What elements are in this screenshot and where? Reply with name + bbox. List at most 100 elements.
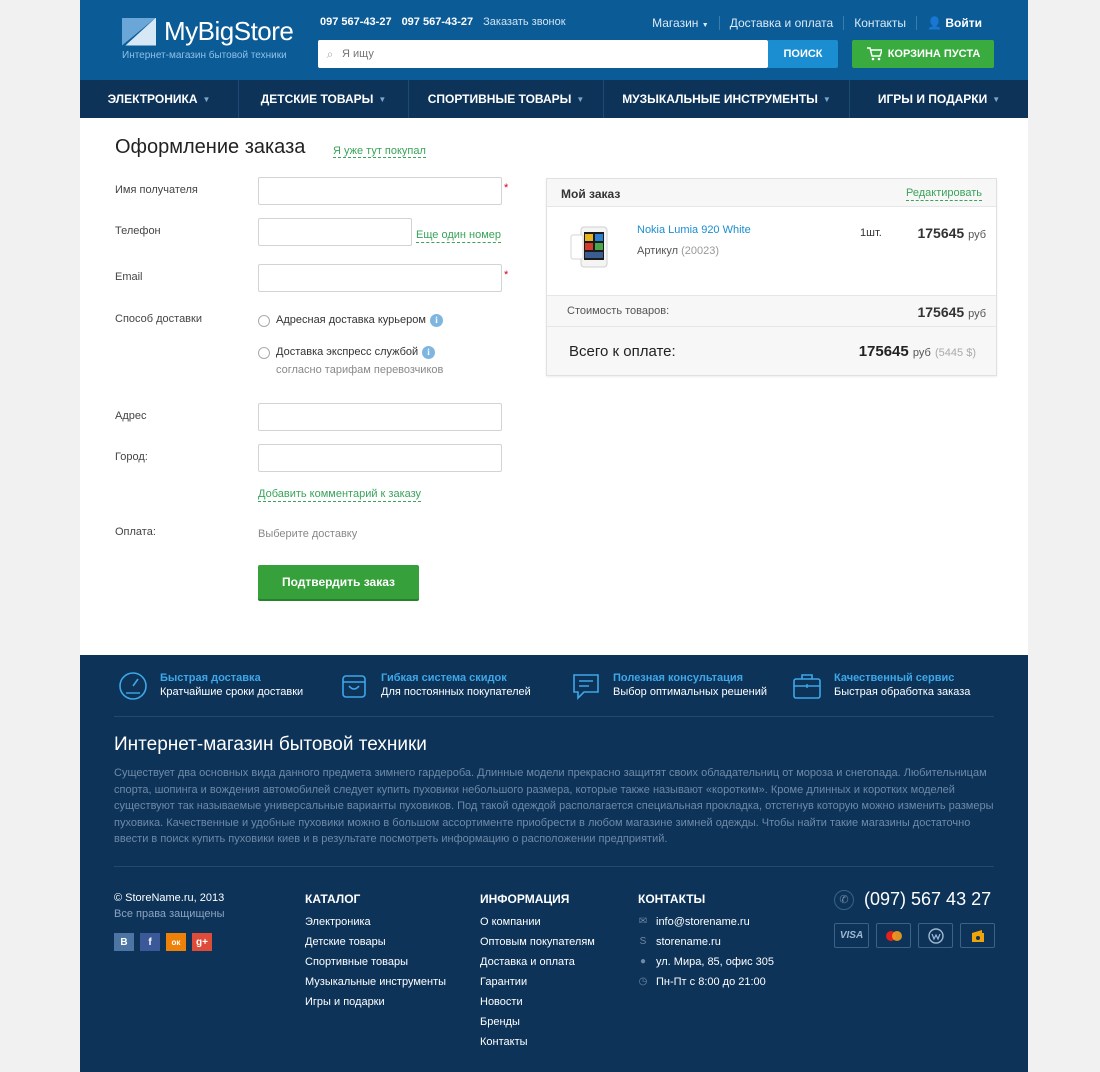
- footer-phone-number: (097) 567 43 27: [864, 889, 992, 909]
- info-link[interactable]: О компании: [480, 915, 595, 929]
- product-name-link[interactable]: Nokia Lumia 920 White: [637, 224, 751, 236]
- search-box: ⌕: [318, 40, 768, 68]
- feature-consulting: Полезная консультация Выбор оптимальных р…: [571, 671, 767, 701]
- rights-text: Все права защищены: [114, 908, 225, 920]
- email-text: info@storename.ru: [656, 916, 750, 928]
- required-mark: *: [504, 182, 509, 194]
- catalog-link[interactable]: Электроника: [305, 915, 446, 929]
- catalog-column: КАТАЛОГ Электроника Детские товары Спорт…: [305, 892, 446, 1015]
- info-link[interactable]: Контакты: [480, 1035, 595, 1049]
- chevron-down-icon: ▼: [202, 94, 211, 104]
- subtotal-row: Стоимость товаров: 175645 руб: [547, 295, 996, 327]
- add-comment-link[interactable]: Добавить комментарий к заказу: [258, 488, 422, 502]
- category-label: МУЗЫКАЛЬНЫЕ ИНСТРУМЕНТЫ: [622, 92, 818, 106]
- info-icon[interactable]: i: [422, 346, 435, 359]
- contact-hours: ◷ Пн-Пт с 8:00 до 21:00: [638, 975, 774, 989]
- info-link[interactable]: Новости: [480, 995, 595, 1009]
- info-link[interactable]: Гарантии: [480, 975, 595, 989]
- chat-icon: [573, 674, 599, 700]
- login-label: Войти: [945, 16, 982, 30]
- feature-title: Быстрая доставка: [160, 672, 261, 684]
- another-number-link[interactable]: Еще один номер: [416, 229, 501, 243]
- facebook-icon[interactable]: f: [140, 933, 160, 951]
- vk-icon[interactable]: В: [114, 933, 134, 951]
- subtotal-value: 175645 руб: [917, 304, 986, 320]
- divider: [114, 866, 994, 867]
- briefcase-icon: [793, 674, 821, 699]
- cart-button[interactable]: КОРЗИНА ПУСТА: [852, 40, 994, 68]
- search-input[interactable]: [342, 48, 768, 60]
- address-text: ул. Мира, 85, офис 305: [656, 956, 775, 968]
- info-link[interactable]: Бренды: [480, 1015, 595, 1029]
- feature-text: Выбор оптимальных решений: [613, 686, 767, 698]
- email-field[interactable]: [258, 264, 502, 292]
- category-kids[interactable]: ДЕТСКИЕ ТОВАРЫ ▼: [238, 80, 408, 118]
- city-label: Город:: [115, 451, 148, 463]
- odnoklassniki-icon[interactable]: ок: [166, 933, 186, 951]
- catalog-title: КАТАЛОГ: [305, 892, 361, 906]
- webmoney-icon: [918, 923, 953, 948]
- catalog-link[interactable]: Спортивные товары: [305, 955, 446, 969]
- info-icon[interactable]: i: [430, 314, 443, 327]
- name-label: Имя получателя: [115, 184, 198, 196]
- delivery-express-note: согласно тарифам перевозчиков: [276, 364, 444, 376]
- map-pin-icon: ●: [639, 956, 647, 967]
- contacts-title: КОНТАКТЫ: [638, 892, 706, 906]
- nav-shop[interactable]: Магазин ▼: [642, 16, 719, 30]
- total-value: 175645 руб (5445 $): [859, 343, 976, 360]
- feature-delivery: Быстрая доставка Кратчайшие сроки доставк…: [118, 671, 303, 701]
- category-electronics[interactable]: ЭЛЕКТРОНИКА ▼: [80, 80, 238, 118]
- catalog-link[interactable]: Детские товары: [305, 935, 446, 949]
- nav-contacts[interactable]: Контакты: [843, 16, 916, 30]
- footer-phone[interactable]: ✆ (097) 567 43 27: [834, 889, 991, 910]
- payment-methods: VISA: [834, 923, 995, 948]
- order-title: Мой заказ: [561, 187, 621, 201]
- delivery-express-label: Доставка экспресс службой: [276, 346, 419, 358]
- nav-delivery[interactable]: Доставка и оплата: [718, 16, 844, 30]
- contact-address: ● ул. Мира, 85, офис 305: [638, 955, 774, 969]
- search-button[interactable]: ПОИСК: [768, 40, 838, 68]
- name-field[interactable]: [258, 177, 502, 205]
- phone-field[interactable]: [258, 218, 412, 246]
- price-value: 175645: [917, 225, 965, 241]
- callback-link[interactable]: Заказать звонок: [483, 16, 565, 28]
- category-sports[interactable]: СПОРТИВНЫЕ ТОВАРЫ ▼: [408, 80, 603, 118]
- login-button[interactable]: 👤 Войти: [916, 16, 992, 30]
- info-link[interactable]: Оптовым покупателям: [480, 935, 595, 949]
- google-plus-icon[interactable]: g+: [192, 933, 212, 951]
- catalog-link[interactable]: Музыкальные инструменты: [305, 975, 446, 989]
- total-label: Всего к оплате:: [569, 343, 676, 360]
- feature-title: Полезная консультация: [613, 672, 744, 684]
- skype-icon: S: [639, 936, 647, 947]
- page-title: Оформление заказа: [115, 136, 306, 158]
- address-field[interactable]: [258, 403, 502, 431]
- hours-text: Пн-Пт с 8:00 до 21:00: [656, 976, 766, 988]
- site-header: MyBigStore Интернет-магазин бытовой техн…: [80, 0, 1028, 80]
- category-games[interactable]: ИГРЫ И ПОДАРКИ ▼: [849, 80, 1028, 118]
- top-nav: Магазин ▼ Доставка и оплата Контакты 👤 В…: [642, 16, 992, 30]
- required-mark: *: [504, 269, 509, 281]
- category-music[interactable]: МУЗЫКАЛЬНЫЕ ИНСТРУМЕНТЫ ▼: [603, 80, 849, 118]
- contacts-column: КОНТАКТЫ ✉ info@storename.ru Sstorename.r…: [638, 892, 774, 995]
- catalog-link[interactable]: Игры и подарки: [305, 995, 446, 1009]
- confirm-order-button[interactable]: Подтвердить заказ: [258, 565, 419, 599]
- info-link[interactable]: Доставка и оплата: [480, 955, 595, 969]
- contact-skype[interactable]: Sstorename.ru: [638, 935, 774, 949]
- product-qty: 1шт.: [860, 227, 882, 239]
- edit-order-link[interactable]: Редактировать: [906, 187, 982, 201]
- logo[interactable]: MyBigStore: [122, 16, 294, 47]
- delivery-express-radio[interactable]: [258, 347, 270, 359]
- clock-icon: ◷: [638, 976, 648, 987]
- search-icon: ⌕: [326, 46, 334, 61]
- delivery-courier-radio[interactable]: [258, 315, 270, 327]
- already-bought-link[interactable]: Я уже тут покупал: [333, 145, 426, 158]
- contact-email[interactable]: ✉ info@storename.ru: [638, 915, 774, 929]
- city-field[interactable]: [258, 444, 502, 472]
- article-code: (20023): [681, 245, 719, 257]
- phone-label: Телефон: [115, 225, 161, 237]
- category-label: ДЕТСКИЕ ТОВАРЫ: [260, 92, 374, 106]
- product-image[interactable]: [567, 221, 619, 271]
- email-label: Email: [115, 271, 143, 283]
- footer-seo-text: Существует два основных вида данного пре…: [114, 767, 994, 845]
- payment-label: Оплата:: [115, 526, 156, 538]
